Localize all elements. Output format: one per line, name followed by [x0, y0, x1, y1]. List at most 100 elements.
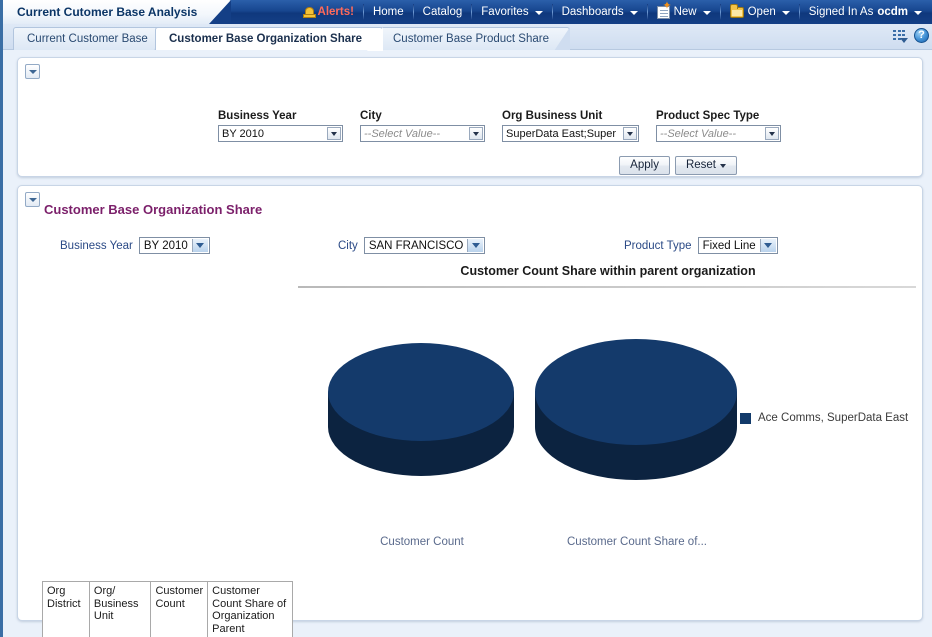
prompt-city: City --Select Value-- — [360, 110, 485, 142]
chevron-down-icon — [703, 11, 711, 15]
nav-catalog[interactable]: Catalog — [414, 0, 472, 24]
inline-prompt-city-select[interactable]: SAN FRANCISCO — [364, 237, 486, 254]
nav-favorites-label: Favorites — [481, 6, 528, 18]
inline-prompt-city-value: SAN FRANCISCO — [369, 240, 464, 252]
nav-open-label: Open — [748, 6, 776, 18]
global-header: Current Cutomer Base Analysis Alerts! Ho… — [3, 0, 932, 24]
prompt-org-business-unit: Org Business Unit SuperData East;Super — [502, 110, 639, 142]
folder-icon — [730, 7, 744, 18]
dropdown-button[interactable] — [623, 127, 637, 140]
chevron-down-icon — [535, 11, 543, 15]
prompt-panel-collapse-button[interactable] — [25, 64, 40, 79]
dashboard-content: Business Year BY 2010 City --Select Valu… — [3, 50, 932, 637]
chart-legend: Ace Comms, SuperData East — [740, 412, 908, 424]
signed-in-user: ocdm — [877, 6, 908, 18]
tab-customer-base-product-share[interactable]: Customer Base Product Share — [379, 27, 570, 50]
nav-favorites[interactable]: Favorites — [472, 0, 551, 24]
inline-prompt-city-label: City — [338, 240, 358, 252]
chart-title: Customer Count Share within parent organ… — [298, 264, 918, 278]
nav-new-label: New — [674, 6, 697, 18]
nav-dashboards[interactable]: Dashboards — [553, 0, 647, 24]
prompt-product-spec-type-label: Product Spec Type — [656, 110, 781, 122]
report-data-table: Org District Org/ Business Unit Customer… — [42, 581, 293, 637]
nav-alerts-label: Alerts! — [318, 6, 354, 18]
caret-down-icon — [473, 132, 479, 136]
dropdown-button[interactable] — [327, 127, 341, 140]
prompt-org-business-unit-label: Org Business Unit — [502, 110, 639, 122]
signed-in-as-label: Signed In As — [809, 6, 874, 18]
chevron-down-icon — [472, 243, 480, 248]
legend-swatch — [740, 413, 751, 424]
nav-signed-in-as[interactable]: Signed In As ocdm — [800, 0, 931, 24]
pie-chart-customer-count-share-label: Customer Count Share of... — [529, 536, 745, 548]
dropdown-button[interactable] — [760, 239, 776, 252]
global-navigation: Alerts! Home Catalog Favorites Dashboard… — [294, 0, 931, 24]
inline-prompt-business-year-label: Business Year — [60, 240, 133, 252]
chevron-down-icon — [782, 11, 790, 15]
caret-down-icon — [720, 164, 726, 168]
tab-label: Customer Base Product Share — [393, 33, 549, 45]
reset-button-label: Reset — [686, 157, 716, 174]
prompt-city-label: City — [360, 110, 485, 122]
column-header-customer-count[interactable]: Customer Count — [151, 582, 208, 637]
bell-icon — [303, 6, 314, 18]
inline-prompt-product-type: Product Type Fixed Line — [624, 237, 778, 254]
nav-open[interactable]: Open — [721, 0, 799, 24]
column-header-org-business-unit[interactable]: Org/ Business Unit — [89, 582, 151, 637]
caret-down-icon — [331, 132, 337, 136]
page-options-icon[interactable] — [893, 29, 908, 42]
inline-prompt-city: City SAN FRANCISCO — [338, 237, 485, 254]
prompt-business-year: Business Year BY 2010 — [218, 110, 343, 142]
chevron-down-icon — [914, 11, 922, 15]
prompt-org-business-unit-value: SuperData East;Super — [506, 128, 616, 140]
column-header-org-district[interactable]: Org District — [43, 582, 90, 637]
report-panel: Customer Base Organization Share Busines… — [17, 185, 923, 621]
prompt-business-year-select[interactable]: BY 2010 — [218, 125, 343, 142]
prompt-product-spec-type-select[interactable]: --Select Value-- — [656, 125, 781, 142]
prompt-panel: Business Year BY 2010 City --Select Valu… — [17, 57, 923, 177]
prompt-product-spec-type-value: --Select Value-- — [660, 128, 736, 140]
tab-customer-base-organization-share[interactable]: Customer Base Organization Share — [155, 27, 383, 50]
nav-home[interactable]: Home — [364, 0, 413, 24]
pie-chart-customer-count-label: Customer Count — [322, 536, 522, 548]
legend-label: Ace Comms, SuperData East — [758, 412, 908, 424]
pie-chart-customer-count-share[interactable] — [529, 337, 745, 487]
inline-prompt-product-type-value: Fixed Line — [703, 240, 756, 252]
tab-current-customer-base[interactable]: Current Customer Base — [13, 27, 169, 50]
prompt-org-business-unit-select[interactable]: SuperData East;Super — [502, 125, 639, 142]
chevron-down-icon — [630, 11, 638, 15]
prompt-business-year-value: BY 2010 — [222, 128, 264, 140]
dropdown-button[interactable] — [765, 127, 779, 140]
page-tab-bar: Current Customer Base Customer Base Orga… — [3, 24, 932, 50]
nav-catalog-label: Catalog — [423, 6, 463, 18]
chevron-down-icon — [29, 70, 37, 74]
dropdown-button[interactable] — [469, 127, 483, 140]
prompt-product-spec-type: Product Spec Type --Select Value-- — [656, 110, 781, 142]
prompt-field-group: Business Year BY 2010 City --Select Valu… — [218, 110, 781, 142]
dropdown-button[interactable] — [192, 239, 208, 252]
prompt-city-value: --Select Value-- — [364, 128, 440, 140]
caret-down-icon — [627, 132, 633, 136]
nav-alerts[interactable]: Alerts! — [294, 0, 363, 24]
prompt-action-buttons: Apply Reset — [619, 156, 737, 175]
dropdown-button[interactable] — [467, 239, 483, 252]
report-panel-collapse-button[interactable] — [25, 192, 40, 207]
report-title: Customer Base Organization Share — [44, 202, 262, 217]
prompt-city-select[interactable]: --Select Value-- — [360, 125, 485, 142]
help-icon[interactable]: ? — [914, 28, 929, 43]
prompt-business-year-label: Business Year — [218, 110, 343, 122]
tab-bar-actions: ? — [893, 28, 929, 43]
tab-label: Current Customer Base — [27, 33, 148, 45]
reset-button[interactable]: Reset — [675, 156, 737, 175]
pie-chart-customer-count[interactable] — [322, 337, 522, 487]
nav-new[interactable]: New — [648, 0, 720, 24]
inline-prompt-business-year-select[interactable]: BY 2010 — [139, 237, 210, 254]
tab-label: Customer Base Organization Share — [169, 33, 362, 45]
inline-prompt-business-year: Business Year BY 2010 — [60, 237, 210, 254]
new-page-icon — [657, 6, 670, 19]
apply-button[interactable]: Apply — [619, 156, 670, 175]
column-header-customer-count-share[interactable]: Customer Count Share of Organization Par… — [208, 582, 293, 637]
nav-home-label: Home — [373, 6, 404, 18]
chevron-down-icon — [29, 198, 37, 202]
inline-prompt-product-type-select[interactable]: Fixed Line — [698, 237, 778, 254]
